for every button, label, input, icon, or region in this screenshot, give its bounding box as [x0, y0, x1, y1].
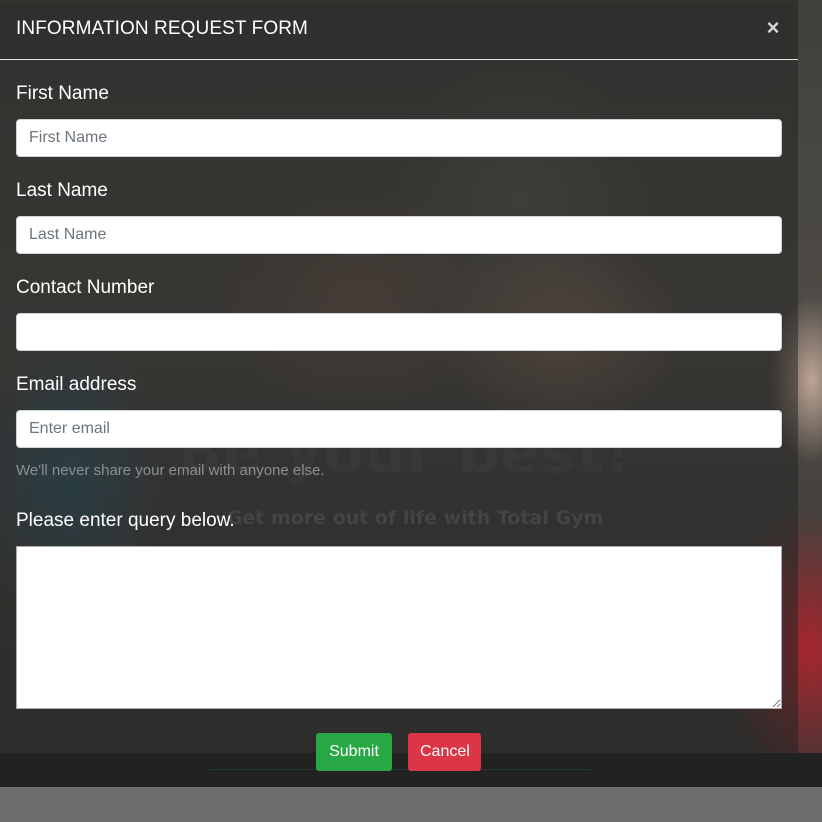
- first-name-input[interactable]: [16, 119, 782, 157]
- email-input[interactable]: [16, 410, 782, 448]
- submit-button[interactable]: Submit: [316, 733, 392, 771]
- contact-number-input[interactable]: [16, 313, 782, 351]
- query-label: Please enter query below.: [16, 510, 235, 531]
- modal-header: INFORMATION REQUEST FORM ×: [0, 4, 798, 60]
- information-request-modal: INFORMATION REQUEST FORM × First Name La…: [0, 4, 798, 771]
- modal-title: INFORMATION REQUEST FORM: [16, 18, 308, 39]
- cancel-button[interactable]: Cancel: [408, 733, 481, 771]
- last-name-label: Last Name: [16, 180, 108, 201]
- last-name-input[interactable]: [16, 216, 782, 254]
- page-scroll-edge: [798, 0, 822, 787]
- close-icon[interactable]: ×: [764, 17, 782, 39]
- query-textarea[interactable]: [16, 546, 782, 709]
- first-name-label: First Name: [16, 83, 109, 104]
- email-help-text: We'll never share your email with anyone…: [16, 462, 325, 479]
- contact-number-label: Contact Number: [16, 277, 155, 298]
- email-label: Email address: [16, 374, 137, 395]
- footer-divider: [210, 769, 590, 770]
